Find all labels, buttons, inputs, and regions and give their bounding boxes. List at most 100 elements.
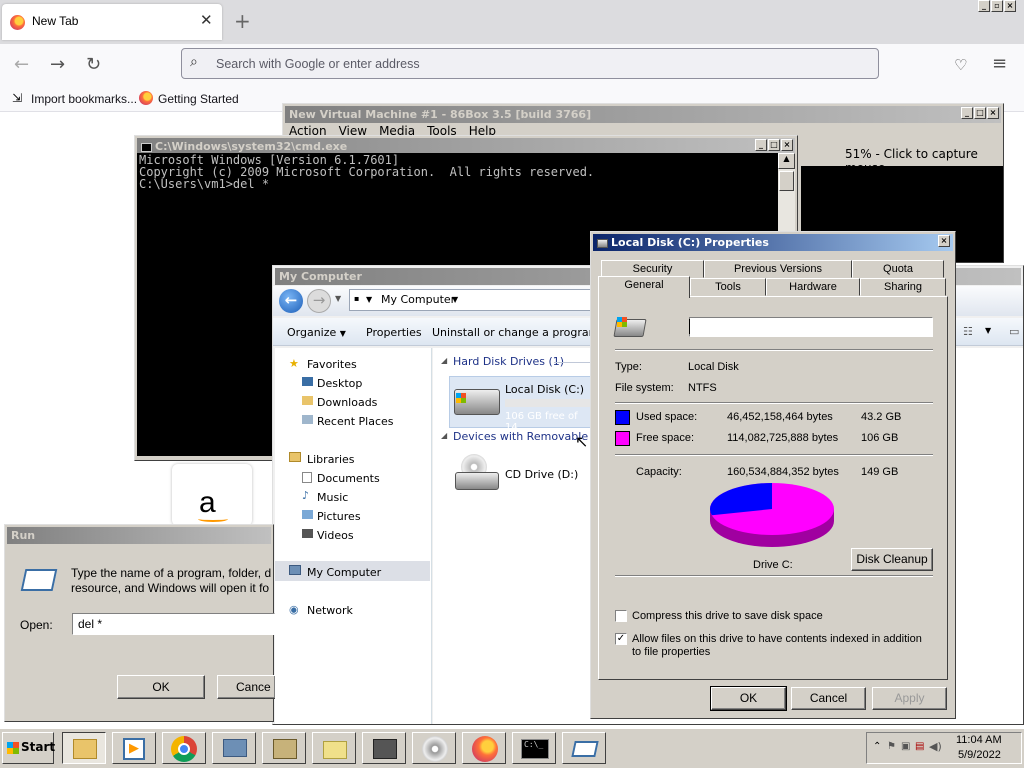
close-icon[interactable]: × (781, 139, 793, 151)
taskbar-cmd[interactable]: C:\_ (512, 732, 556, 764)
collapse-icon[interactable]: ◢ (441, 356, 447, 365)
new-tab-icon[interactable]: + (234, 9, 251, 33)
menu-icon[interactable]: ≡ (992, 53, 1007, 74)
cancel-button[interactable]: Cancel (791, 687, 866, 710)
run-ok-button[interactable]: OK (117, 675, 205, 699)
cd-drive-label[interactable]: CD Drive (D:) (505, 468, 578, 481)
bookmark-import[interactable]: Import bookmarks... (31, 92, 137, 106)
sidebar-pictures[interactable]: Pictures (317, 510, 361, 523)
tab-previous-versions[interactable]: Previous Versions (704, 260, 852, 278)
history-dropdown-icon[interactable]: ▼ (335, 294, 341, 303)
folder-icon (73, 739, 97, 759)
sidebar-downloads[interactable]: Downloads (317, 396, 377, 409)
compress-checkbox[interactable] (615, 610, 627, 622)
taskbar-cd[interactable] (412, 732, 456, 764)
fs-value: NTFS (688, 382, 717, 394)
sidebar-music[interactable]: Music (317, 491, 348, 504)
tray-expand-icon[interactable]: ⌃ (873, 741, 881, 752)
taskbar-media-player[interactable]: ▶ (112, 732, 156, 764)
view-icon[interactable]: ☷ (963, 325, 973, 338)
index-checkbox[interactable]: ✓ (615, 633, 627, 645)
local-disk-item[interactable]: Local Disk (C:) 106 GB free of 14 (449, 376, 594, 433)
sidebar-favorites[interactable]: Favorites (307, 358, 357, 371)
drive-name-input[interactable] (689, 317, 933, 337)
group-hdd[interactable]: Hard Disk Drives (1) (453, 355, 564, 368)
back-arrow-icon[interactable]: ← (14, 54, 29, 75)
downloads-icon (302, 396, 313, 405)
scroll-up-icon[interactable]: ▲ (778, 153, 795, 169)
browser-tab[interactable]: New Tab ✕ (2, 4, 222, 40)
run-title: Run (11, 529, 36, 542)
minimize-icon[interactable]: _ (978, 0, 990, 12)
general-panel: Type: Local Disk File system: NTFS Used … (598, 296, 948, 680)
start-button[interactable]: Start (2, 732, 55, 764)
run-open-input[interactable]: del * (72, 613, 275, 635)
ok-button[interactable]: OK (710, 686, 787, 711)
close-icon[interactable]: × (1004, 0, 1016, 12)
scroll-thumb[interactable] (779, 171, 794, 191)
compress-label[interactable]: Compress this drive to save disk space (632, 610, 823, 622)
tray-network-icon[interactable]: ▤ (915, 741, 924, 752)
taskbar-tool[interactable] (362, 732, 406, 764)
sidebar-documents[interactable]: Documents (317, 472, 380, 485)
taskbar-firefox[interactable] (462, 732, 506, 764)
maximize-icon[interactable]: □ (768, 139, 780, 151)
taskbar-folder[interactable] (312, 732, 356, 764)
tray-volume-icon[interactable]: ◀) (929, 740, 942, 753)
forward-icon[interactable]: → (307, 289, 331, 313)
taskbar-settings[interactable] (262, 732, 306, 764)
collapse-icon[interactable]: ◢ (441, 431, 447, 440)
taskbar-explorer[interactable] (62, 732, 106, 764)
cd-drive-item[interactable] (453, 452, 501, 498)
reload-icon[interactable]: ↻ (86, 54, 101, 75)
bookmark-getting-started[interactable]: Getting Started (158, 92, 239, 106)
tab-tools[interactable]: Tools (690, 278, 766, 296)
sidebar-libraries[interactable]: Libraries (307, 453, 355, 466)
explorer-title: My Computer (279, 270, 362, 283)
pocket-icon[interactable]: ♡ (954, 56, 967, 74)
sidebar-recent[interactable]: Recent Places (317, 415, 394, 428)
preview-pane-icon[interactable]: ▭ (1009, 325, 1019, 338)
tab-hardware[interactable]: Hardware (766, 278, 860, 296)
tray-time[interactable]: 11:04 AM (956, 734, 1002, 746)
vm-titlebar[interactable]: New Virtual Machine #1 - 86Box 3.5 [buil… (285, 106, 1001, 123)
used-label: Used space: (636, 411, 698, 423)
tray-flag-icon[interactable]: ⚑ (887, 741, 896, 752)
sidebar-videos[interactable]: Videos (317, 529, 354, 542)
close-icon[interactable]: × (987, 107, 999, 119)
url-bar[interactable]: ⌕ Search with Google or enter address (181, 48, 879, 79)
used-gb: 43.2 GB (861, 411, 902, 423)
tray-date[interactable]: 5/9/2022 (958, 749, 1001, 761)
taskbar-run[interactable] (562, 732, 606, 764)
organize-button[interactable]: Organize ▼ (287, 326, 346, 339)
separator (615, 402, 933, 404)
chevron-down-icon[interactable]: ▼ (985, 326, 991, 335)
sidebar-mycomputer[interactable]: My Computer (307, 566, 381, 579)
maximize-icon[interactable]: □ (974, 107, 986, 119)
check-mark-icon: ✓ (616, 633, 626, 644)
disk-cleanup-button[interactable]: Disk Cleanup (851, 548, 933, 571)
minimize-icon[interactable]: _ (961, 107, 973, 119)
tab-general[interactable]: General (598, 276, 690, 298)
properties-button[interactable]: Properties (366, 326, 422, 339)
index-label[interactable]: Allow files on this drive to have conten… (632, 633, 932, 659)
run-titlebar[interactable]: Run (7, 527, 271, 544)
apply-button[interactable]: Apply (872, 687, 947, 710)
props-titlebar[interactable]: Local Disk (C:) Properties (593, 234, 953, 251)
amazon-tile[interactable]: a (172, 464, 252, 526)
uninstall-button[interactable]: Uninstall or change a program (432, 326, 599, 339)
minimize-icon[interactable]: _ (755, 139, 767, 151)
taskbar-chrome[interactable] (162, 732, 206, 764)
restore-icon[interactable]: ▫ (991, 0, 1003, 12)
taskbar-network[interactable] (212, 732, 256, 764)
close-tab-icon[interactable]: ✕ (200, 11, 213, 29)
tab-quota[interactable]: Quota (852, 260, 944, 278)
sidebar-desktop[interactable]: Desktop (317, 377, 362, 390)
tab-sharing[interactable]: Sharing (860, 278, 946, 296)
sidebar-network[interactable]: Network (307, 604, 353, 617)
run-cancel-button[interactable]: Cance (217, 675, 275, 699)
back-icon[interactable]: ← (279, 289, 303, 313)
forward-arrow-icon[interactable]: → (50, 54, 65, 75)
tray-device-icon[interactable]: ▣ (901, 741, 910, 752)
close-icon[interactable]: × (938, 235, 950, 247)
